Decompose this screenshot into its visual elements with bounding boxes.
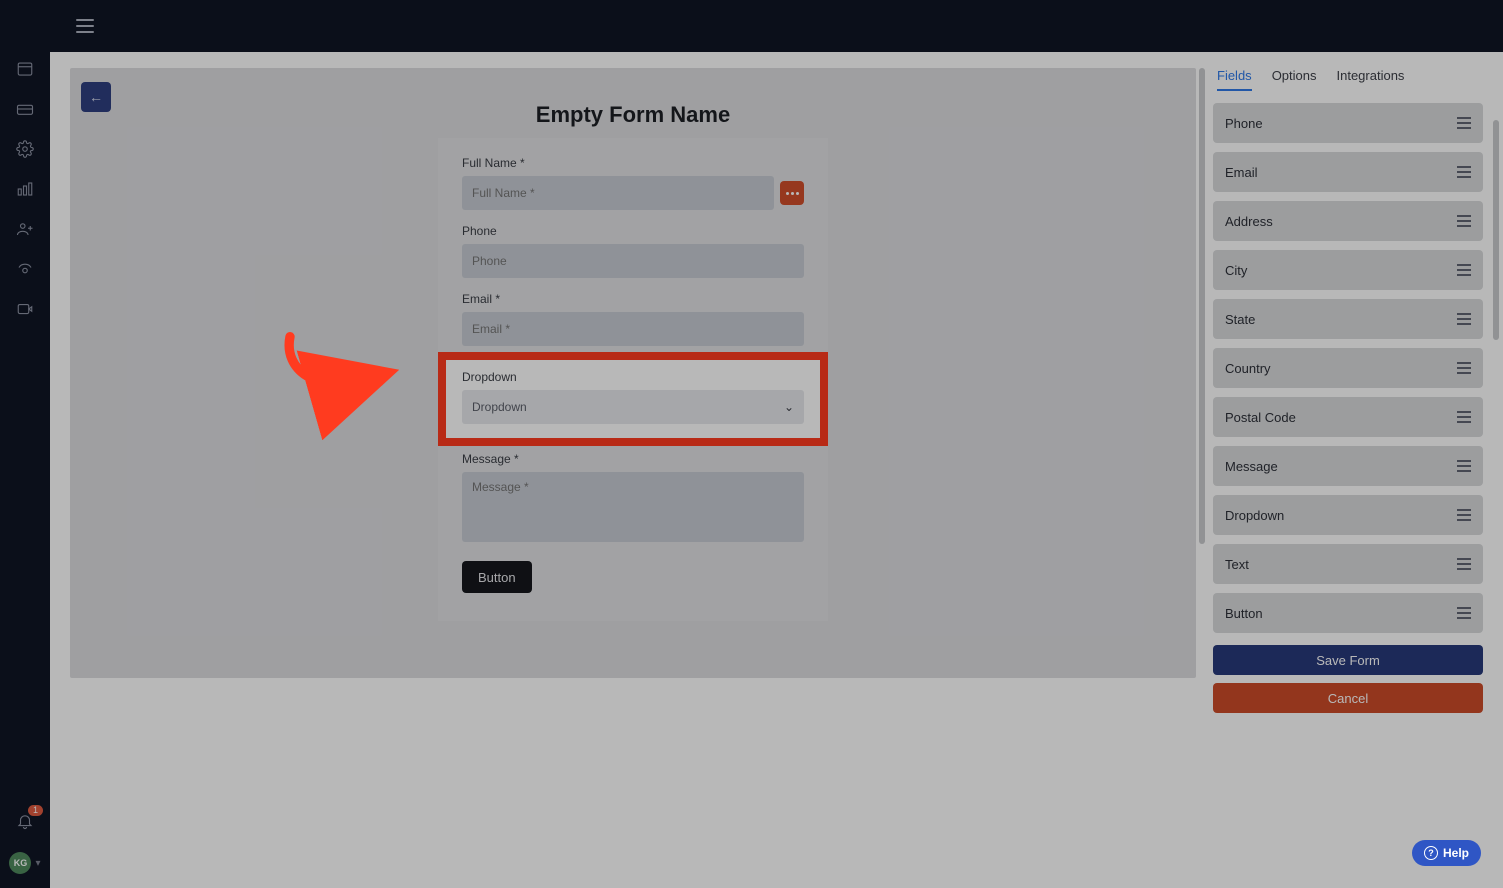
field-label: Email * <box>462 292 804 306</box>
nav-item-6[interactable] <box>16 260 34 278</box>
phone-input[interactable] <box>462 244 804 278</box>
nav-item-5[interactable] <box>16 220 34 238</box>
field-label: Dropdown <box>462 370 804 384</box>
form-canvas: ← Empty Form Name Full Name * Phone Emai… <box>70 68 1196 678</box>
help-button[interactable]: ? Help <box>1412 840 1481 866</box>
list-item[interactable]: Email <box>1213 152 1483 192</box>
field-label: Full Name * <box>462 156 804 170</box>
drag-handle-icon[interactable] <box>1457 607 1471 619</box>
list-item[interactable]: Message <box>1213 446 1483 486</box>
list-item[interactable]: State <box>1213 299 1483 339</box>
field-message[interactable]: Message * <box>462 452 804 547</box>
tab-integrations[interactable]: Integrations <box>1337 68 1405 91</box>
nav-item-3[interactable] <box>16 140 34 158</box>
drag-handle-icon[interactable] <box>1457 264 1471 276</box>
help-icon: ? <box>1424 846 1438 860</box>
chevron-down-icon: ▾ <box>35 858 40 869</box>
list-item[interactable]: Address <box>1213 201 1483 241</box>
highlighted-field: Dropdown Dropdown ⌄ <box>446 360 820 438</box>
field-label: Message * <box>462 452 804 466</box>
drag-handle-icon[interactable] <box>1457 362 1471 374</box>
nav-item-7[interactable] <box>16 300 34 318</box>
canvas-scrollbar[interactable] <box>1199 68 1205 678</box>
left-sidebar: 1 KG ▾ <box>0 0 50 888</box>
list-item[interactable]: Dropdown <box>1213 495 1483 535</box>
message-input[interactable] <box>462 472 804 542</box>
drag-handle-icon[interactable] <box>1457 509 1471 521</box>
drag-handle-icon[interactable] <box>1457 117 1471 129</box>
field-dropdown[interactable]: Dropdown Dropdown ⌄ <box>462 370 804 424</box>
list-item[interactable]: Postal Code <box>1213 397 1483 437</box>
save-form-button[interactable]: Save Form <box>1213 645 1483 675</box>
form-title: Empty Form Name <box>70 102 1196 128</box>
field-options-button[interactable] <box>780 181 804 205</box>
email-input[interactable] <box>462 312 804 346</box>
nav-item-2[interactable] <box>16 100 34 118</box>
top-bar <box>0 0 1503 52</box>
tab-options[interactable]: Options <box>1272 68 1317 91</box>
drag-handle-icon[interactable] <box>1457 215 1471 227</box>
submit-button[interactable]: Button <box>462 561 532 593</box>
list-item[interactable]: Button <box>1213 593 1483 633</box>
field-email[interactable]: Email * <box>462 292 804 346</box>
fields-panel: Fields Options Integrations Phone Email … <box>1213 68 1483 713</box>
chevron-down-icon: ⌄ <box>784 400 794 414</box>
list-item[interactable]: Country <box>1213 348 1483 388</box>
list-item[interactable]: Phone <box>1213 103 1483 143</box>
avatar: KG <box>9 852 31 874</box>
field-label: Phone <box>462 224 804 238</box>
workspace: ← Empty Form Name Full Name * Phone Emai… <box>50 52 1503 888</box>
tab-fields[interactable]: Fields <box>1217 68 1252 91</box>
drag-handle-icon[interactable] <box>1457 166 1471 178</box>
notification-badge: 1 <box>28 805 43 816</box>
page-scrollbar[interactable] <box>1493 120 1499 620</box>
list-item[interactable]: Text <box>1213 544 1483 584</box>
notifications-icon[interactable]: 1 <box>16 812 34 830</box>
field-full-name[interactable]: Full Name * <box>462 156 804 210</box>
nav-item-1[interactable] <box>16 60 34 78</box>
cancel-button[interactable]: Cancel <box>1213 683 1483 713</box>
scrollbar-thumb[interactable] <box>1493 120 1499 340</box>
drag-handle-icon[interactable] <box>1457 558 1471 570</box>
help-label: Help <box>1443 846 1469 860</box>
list-item[interactable]: City <box>1213 250 1483 290</box>
full-name-input[interactable] <box>462 176 774 210</box>
field-phone[interactable]: Phone <box>462 224 804 278</box>
dropdown-input[interactable]: Dropdown <box>462 390 804 424</box>
available-fields-list: Phone Email Address City State Country P… <box>1213 103 1483 633</box>
scrollbar-thumb[interactable] <box>1199 68 1205 544</box>
user-menu[interactable]: KG ▾ <box>9 852 40 874</box>
drag-handle-icon[interactable] <box>1457 313 1471 325</box>
form-preview: Full Name * Phone Email * Dropdown <box>438 138 828 621</box>
menu-toggle-icon[interactable] <box>76 19 94 33</box>
nav-item-4[interactable] <box>16 180 34 198</box>
drag-handle-icon[interactable] <box>1457 460 1471 472</box>
panel-tabs: Fields Options Integrations <box>1213 68 1483 97</box>
drag-handle-icon[interactable] <box>1457 411 1471 423</box>
